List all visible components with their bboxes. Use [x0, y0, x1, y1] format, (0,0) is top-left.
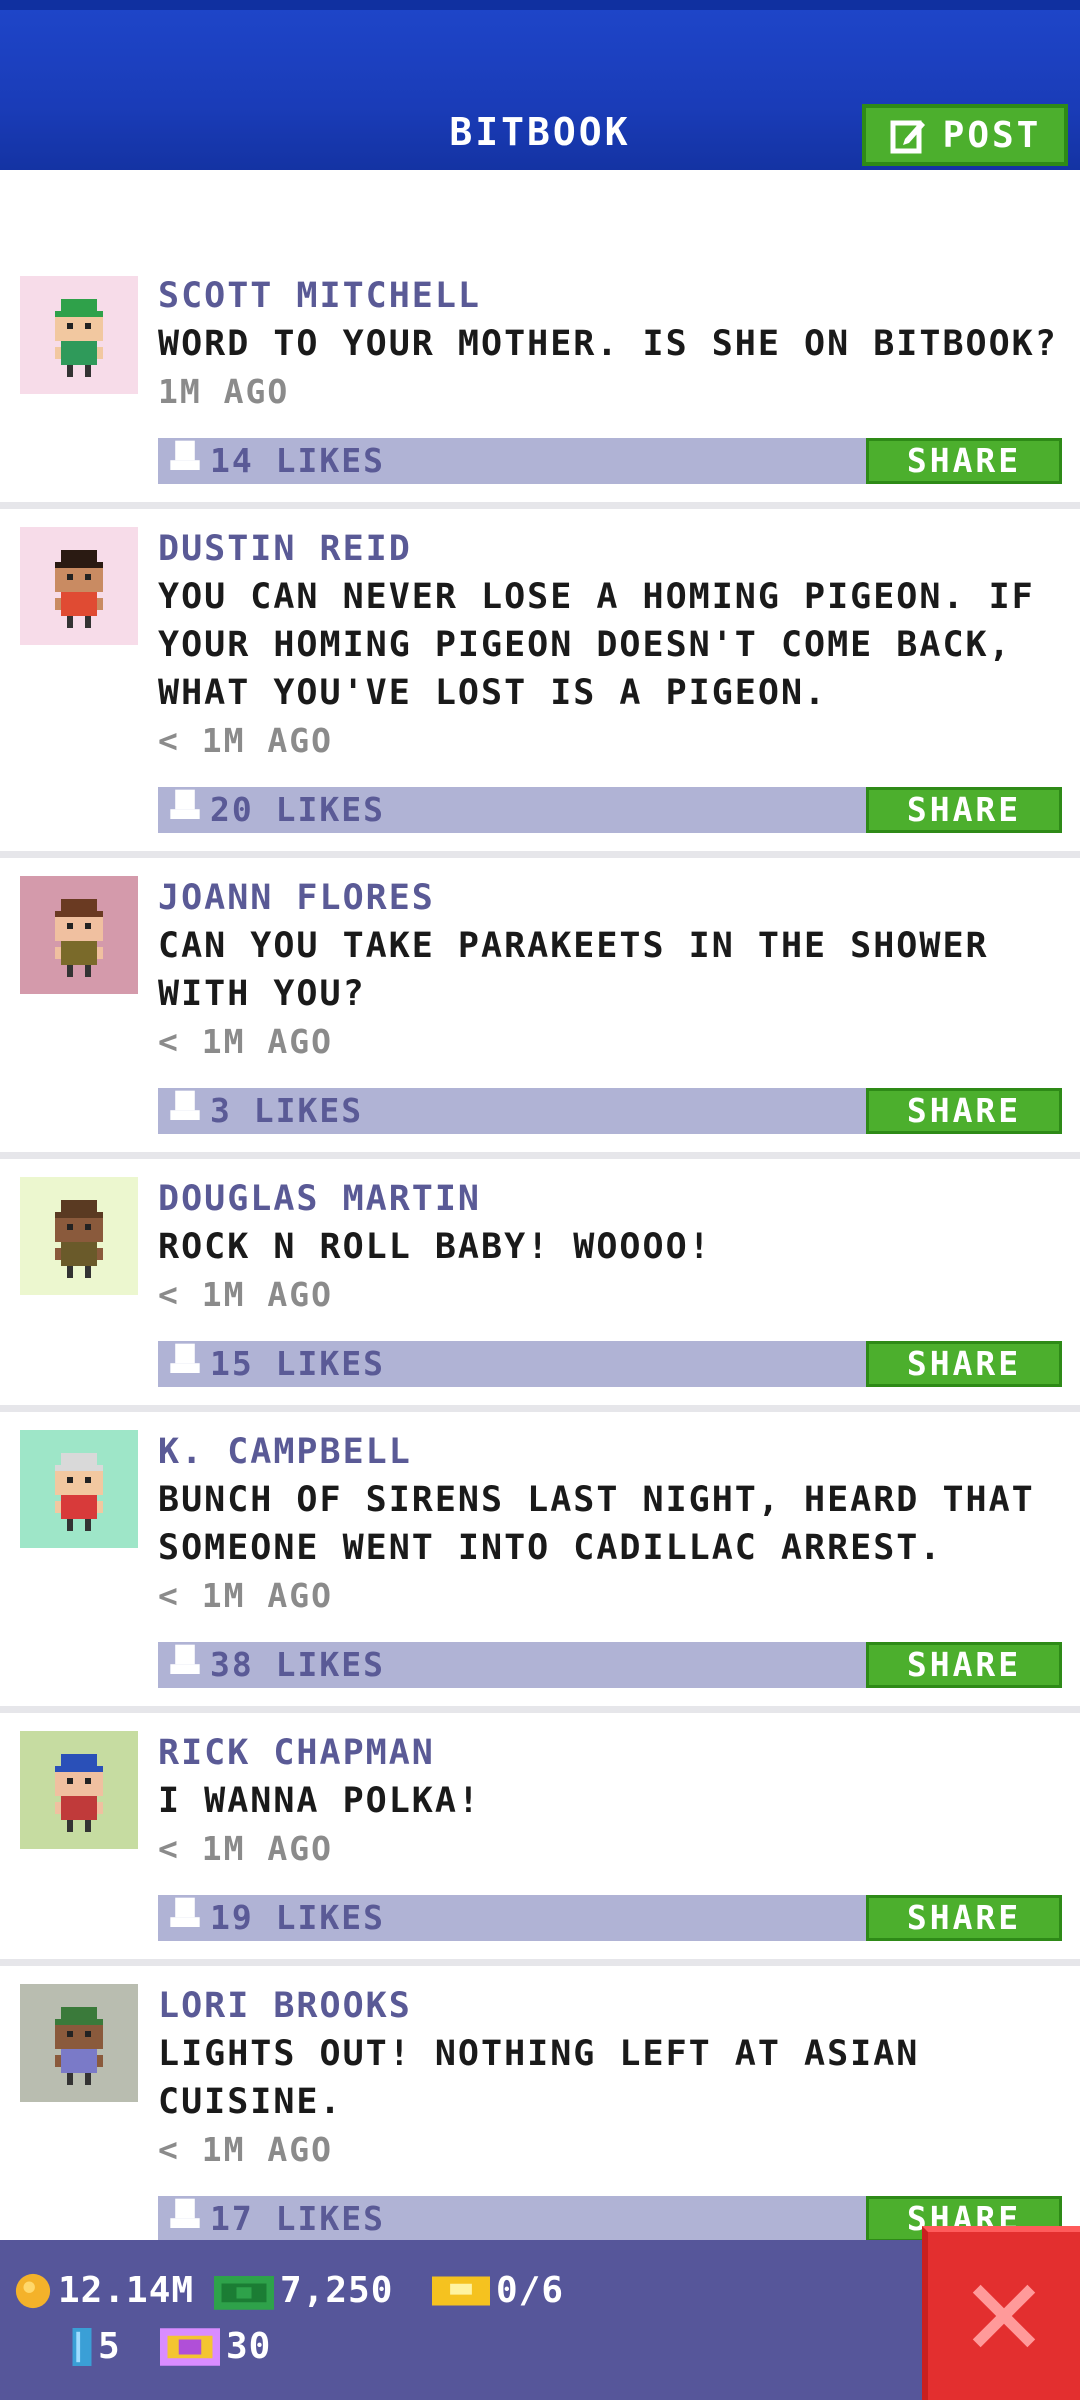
post-message: BUNCH OF SIRENS LAST NIGHT, HEARD THAT S…	[158, 1480, 1035, 1568]
post-author[interactable]: JOANN FLORES	[158, 874, 1064, 922]
post-author[interactable]: K. CAMPBELL	[158, 1428, 1064, 1476]
post-author[interactable]: DUSTIN REID	[158, 525, 1064, 573]
bux-value: 7,250	[280, 2270, 394, 2311]
feed-post: DUSTIN REID YOU CAN NEVER LOSE A HOMING …	[0, 509, 1080, 858]
post-author[interactable]: RICK CHAPMAN	[158, 1729, 1064, 1777]
like-count: 38 LIKES	[210, 1645, 385, 1684]
like-count: 17 LIKES	[210, 2199, 385, 2238]
feed-post: JOANN FLORES CAN YOU TAKE PARAKEETS IN T…	[0, 858, 1080, 1159]
post-author[interactable]: LORI BROOKS	[158, 1982, 1064, 2030]
vip-stat: 30	[160, 2326, 271, 2367]
avatar[interactable]	[20, 1984, 138, 2102]
avatar[interactable]	[20, 1177, 138, 1295]
coins-stat: 12.14M	[14, 2270, 194, 2311]
feed-post: RICK CHAPMAN I WANNA POLKA! < 1M AGO 19 …	[0, 1713, 1080, 1966]
like-icon	[170, 1630, 200, 1674]
avatar[interactable]	[20, 876, 138, 994]
like-bar[interactable]: 20 LIKES SHARE	[158, 775, 1062, 833]
gems-stat: 5	[72, 2326, 121, 2367]
share-button[interactable]: SHARE	[866, 787, 1062, 833]
like-bar[interactable]: 14 LIKES SHARE	[158, 426, 1062, 484]
feed-post: LORI BROOKS LIGHTS OUT! NOTHING LEFT AT …	[0, 1966, 1080, 2267]
post-time: < 1M AGO	[158, 1576, 333, 1615]
avatar[interactable]	[20, 276, 138, 394]
avatar[interactable]	[20, 527, 138, 645]
avatar[interactable]	[20, 1731, 138, 1849]
green-cap-avatar-icon	[55, 299, 103, 377]
like-icon	[170, 2184, 200, 2228]
post-time: < 1M AGO	[158, 721, 333, 760]
like-icon	[170, 1329, 200, 1373]
like-bar[interactable]: 38 LIKES SHARE	[158, 1630, 1062, 1688]
like-icon	[170, 426, 200, 470]
headband-avatar-icon	[55, 2007, 103, 2085]
like-bar[interactable]: 15 LIKES SHARE	[158, 1329, 1062, 1387]
share-button[interactable]: SHARE	[866, 438, 1062, 484]
post-button-label: POST	[942, 114, 1042, 156]
like-count: 14 LIKES	[210, 441, 385, 480]
gem-icon	[72, 2327, 92, 2366]
feed-post: DOUGLAS MARTIN ROCK N ROLL BABY! WOOOO! …	[0, 1159, 1080, 1412]
glasses-avatar-icon	[55, 1453, 103, 1531]
like-bar[interactable]: 19 LIKES SHARE	[158, 1883, 1062, 1941]
close-button[interactable]	[922, 2226, 1080, 2400]
post-time: < 1M AGO	[158, 1829, 333, 1868]
app-header: BITBOOK POST	[0, 0, 1080, 170]
gems-value: 5	[98, 2326, 121, 2367]
post-message: WORD TO YOUR MOTHER. IS SHE ON BITBOOK?	[158, 324, 1058, 364]
vip-value: 30	[226, 2326, 272, 2367]
post-button[interactable]: POST	[862, 104, 1068, 166]
share-button[interactable]: SHARE	[866, 1088, 1062, 1134]
post-author[interactable]: DOUGLAS MARTIN	[158, 1175, 1064, 1223]
post-time: < 1M AGO	[158, 2130, 333, 2169]
post-message: LIGHTS OUT! NOTHING LEFT AT ASIAN CUISIN…	[158, 2034, 920, 2122]
feed-post: K. CAMPBELL BUNCH OF SIRENS LAST NIGHT, …	[0, 1412, 1080, 1713]
coins-value: 12.14M	[58, 2270, 195, 2311]
post-message: YOU CAN NEVER LOSE A HOMING PIGEON. IF Y…	[158, 577, 1035, 713]
coin-icon	[15, 2273, 51, 2308]
like-count: 15 LIKES	[210, 1344, 385, 1383]
shield-hero-avatar-icon	[55, 1754, 103, 1832]
post-author[interactable]: SCOTT MITCHELL	[158, 272, 1064, 320]
bux-icon	[214, 2275, 274, 2310]
post-message: CAN YOU TAKE PARAKEETS IN THE SHOWER WIT…	[158, 926, 989, 1014]
bux-stat: 7,250	[214, 2270, 393, 2311]
like-bar[interactable]: 3 LIKES SHARE	[158, 1076, 1062, 1134]
like-count: 3 LIKES	[210, 1091, 364, 1130]
masked-avatar-icon	[55, 550, 103, 628]
share-button[interactable]: SHARE	[866, 1895, 1062, 1941]
tickets-value: 0/6	[496, 2270, 565, 2311]
status-bar: 12.14M 7,250 0/6 5 30	[0, 2240, 1080, 2400]
post-message: ROCK N ROLL BABY! WOOOO!	[158, 1227, 712, 1267]
share-button[interactable]: SHARE	[866, 1341, 1062, 1387]
close-icon	[972, 2284, 1036, 2348]
tickets-stat: 0/6	[432, 2270, 564, 2311]
like-icon	[170, 775, 200, 819]
post-time: < 1M AGO	[158, 1275, 333, 1314]
vip-icon	[160, 2327, 220, 2366]
feed-post: SCOTT MITCHELL WORD TO YOUR MOTHER. IS S…	[0, 272, 1080, 509]
like-count: 20 LIKES	[210, 790, 385, 829]
share-button[interactable]: SHARE	[866, 1642, 1062, 1688]
bun-hair-avatar-icon	[55, 1200, 103, 1278]
ticket-icon	[432, 2276, 490, 2305]
post-message: I WANNA POLKA!	[158, 1781, 482, 1821]
edit-icon	[890, 120, 925, 154]
avatar[interactable]	[20, 1430, 138, 1548]
like-icon	[170, 1076, 200, 1120]
brown-hair-avatar-icon	[55, 899, 103, 977]
like-icon	[170, 1883, 200, 1927]
feed-list: SCOTT MITCHELL WORD TO YOUR MOTHER. IS S…	[0, 270, 1080, 2267]
like-count: 19 LIKES	[210, 1898, 385, 1937]
post-time: < 1M AGO	[158, 1022, 333, 1061]
post-time: 1M AGO	[158, 372, 290, 411]
